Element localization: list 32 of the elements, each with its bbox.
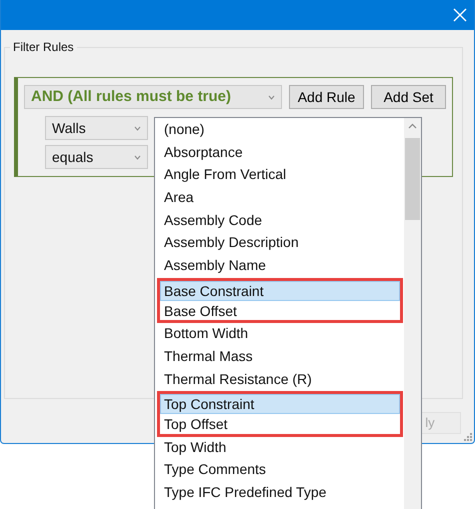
caret-icon	[134, 126, 141, 130]
scroll-up-icon[interactable]	[408, 123, 417, 129]
scroll-thumb[interactable]	[405, 138, 420, 220]
caret-icon	[134, 154, 141, 160]
category-text: Walls	[52, 118, 86, 138]
list-item[interactable]: Base Constraint	[157, 278, 403, 300]
condition-dropdown[interactable]: equals	[45, 145, 148, 169]
list-item[interactable]: (none)	[157, 119, 403, 142]
list-item[interactable]: Type IFC Predefined Type	[157, 482, 403, 505]
list-item[interactable]: Absorptance	[157, 142, 403, 164]
add-button[interactable]: Add Set	[371, 85, 446, 109]
close-icon[interactable]	[453, 8, 467, 22]
list-item[interactable]: Assembly Name	[157, 255, 403, 278]
condition-text: equals	[52, 148, 94, 167]
list-item[interactable]: Type Comments	[157, 459, 403, 482]
caret-icon	[268, 94, 275, 100]
list-item[interactable]: Thermal Resistance (R)	[157, 368, 403, 392]
list-item[interactable]: Base Offset	[157, 300, 403, 324]
scrollbar[interactable]	[404, 118, 421, 509]
list-item[interactable]: Top Width	[157, 436, 403, 460]
resize-grip-icon[interactable]	[463, 432, 472, 441]
list-item[interactable]: Top Constraint	[157, 391, 403, 414]
list-item[interactable]: Top Offset	[157, 414, 403, 437]
list-item[interactable]: Bottom Width	[157, 323, 403, 346]
list-item[interactable]: Angle From Vertical	[157, 164, 403, 188]
list-item[interactable]: Area	[157, 187, 403, 210]
operator-text: AND (All rules must be true)	[31, 86, 232, 107]
list-item[interactable]: Assembly Code	[157, 210, 403, 232]
category-dropdown[interactable]: Walls	[45, 116, 148, 140]
add-button[interactable]: Add Rule	[289, 85, 364, 109]
list-item[interactable]: Assembly Description	[157, 232, 403, 256]
list-item[interactable]: Thermal Mass	[157, 346, 403, 369]
